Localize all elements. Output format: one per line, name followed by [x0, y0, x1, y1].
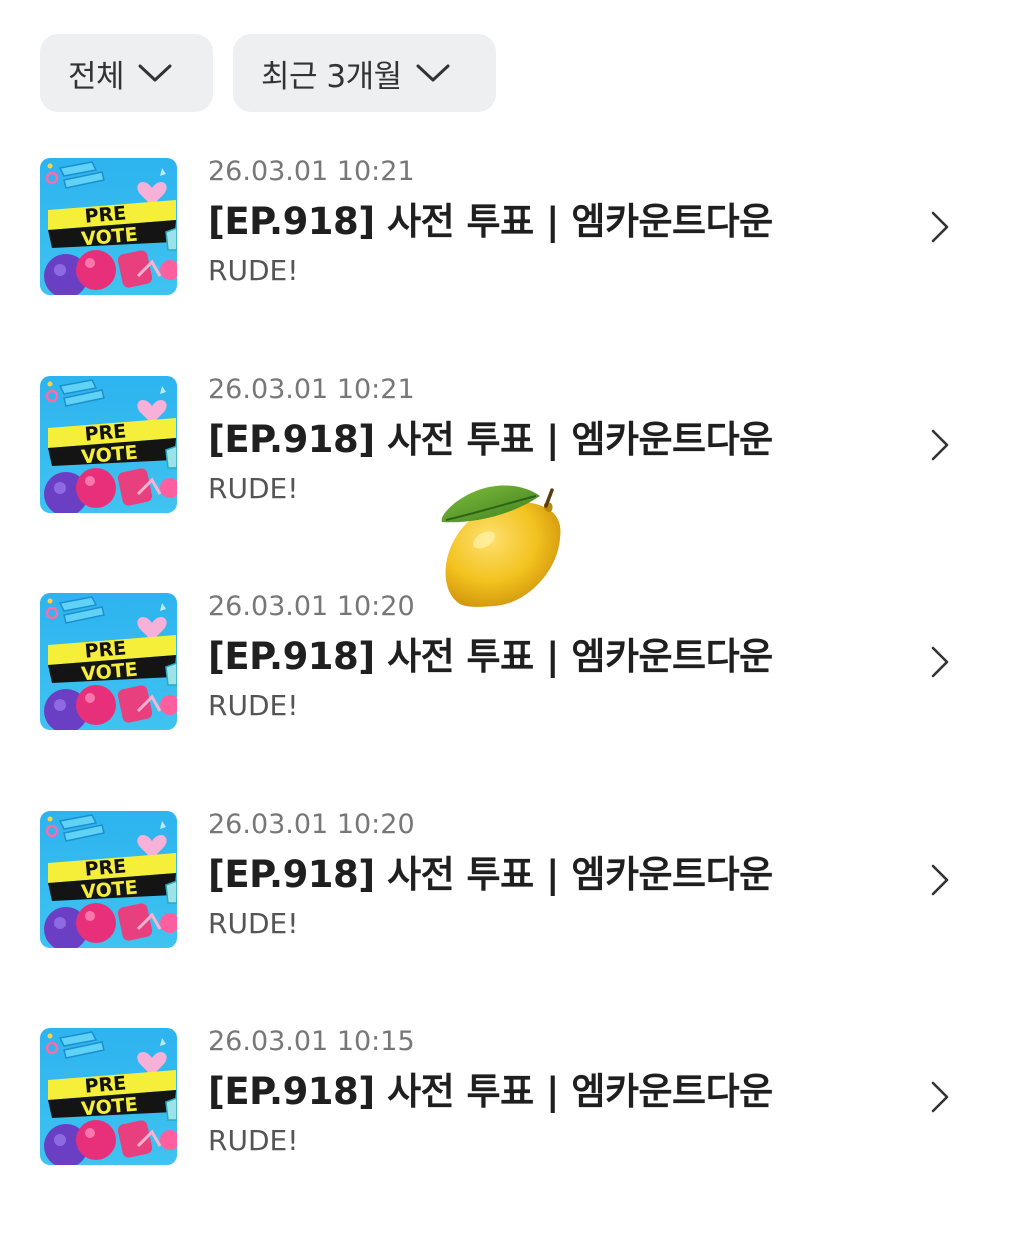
thumbnail: PRE VOTE	[40, 810, 177, 948]
chevron-down-icon	[416, 64, 450, 82]
list-item[interactable]: PRE VOTE 26.03.01 10:21 [EP.918] 사전 투표 |…	[0, 156, 1013, 376]
chevron-right-icon	[931, 646, 949, 678]
vote-history-list: PRE VOTE 26.03.01 10:21 [EP.918] 사전 투표 |…	[0, 156, 1013, 1246]
thumbnail: PRE VOTE	[40, 158, 177, 295]
item-subtitle: RUDE!	[208, 689, 299, 722]
item-time: 26.03.01 10:20	[208, 808, 415, 840]
item-time: 26.03.01 10:21	[208, 373, 415, 405]
item-title: [EP.918] 사전 투표 | 엠카운트다운	[208, 417, 773, 461]
item-title: [EP.918] 사전 투표 | 엠카운트다운	[208, 200, 773, 243]
thumbnail: PRE VOTE	[40, 1028, 177, 1165]
period-filter-label: 최근 3개월	[261, 58, 402, 95]
thumbnail: PRE VOTE	[40, 375, 177, 513]
chevron-right-icon	[931, 1081, 949, 1113]
item-time: 26.03.01 10:21	[208, 156, 415, 187]
item-title: [EP.918] 사전 투표 | 엠카운트다운	[208, 852, 773, 896]
list-item[interactable]: PRE VOTE 26.03.01 10:20 [EP.918] 사전 투표 |…	[0, 808, 1013, 1029]
chevron-right-icon	[931, 864, 949, 895]
svg-text:PRE: PRE	[84, 855, 127, 881]
svg-text:PRE: PRE	[84, 637, 127, 663]
chevron-right-icon	[931, 429, 949, 460]
category-filter-label: 전체	[68, 58, 125, 95]
period-filter-button[interactable]: 최근 3개월	[233, 34, 496, 112]
item-subtitle: RUDE!	[208, 254, 299, 287]
lemon-icon	[441, 485, 561, 607]
list-item[interactable]: PRE VOTE 26.03.01 10:20 [EP.918] 사전 투표 |…	[0, 591, 1013, 811]
chevron-right-icon	[931, 211, 949, 243]
item-title: [EP.918] 사전 투표 | 엠카운트다운	[208, 1070, 773, 1113]
filter-bar: 전체 최근 3개월	[40, 34, 496, 112]
item-subtitle: RUDE!	[208, 1124, 299, 1157]
svg-text:PRE: PRE	[84, 1072, 127, 1098]
chevron-down-icon	[138, 64, 172, 82]
svg-text:PRE: PRE	[84, 420, 127, 446]
item-title: [EP.918] 사전 투표 | 엠카운트다운	[208, 635, 773, 678]
item-time: 26.03.01 10:15	[208, 1026, 415, 1057]
category-filter-button[interactable]: 전체	[40, 34, 213, 112]
svg-text:PRE: PRE	[84, 202, 127, 228]
list-item[interactable]: PRE VOTE 26.03.01 10:15 [EP.918] 사전 투표 |…	[0, 1026, 1013, 1246]
thumbnail: PRE VOTE	[40, 593, 177, 730]
item-subtitle: RUDE!	[208, 906, 299, 940]
